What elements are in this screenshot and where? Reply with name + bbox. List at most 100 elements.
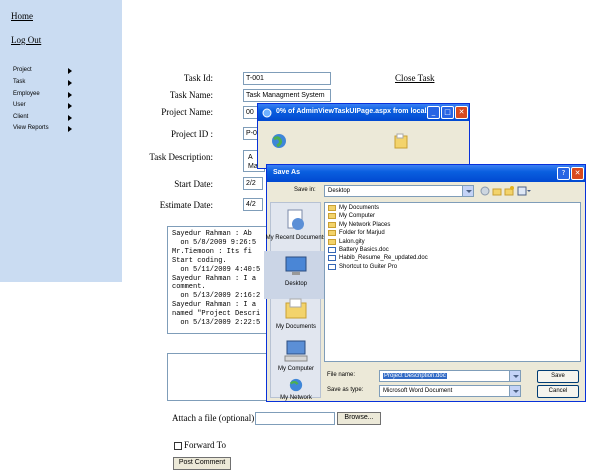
task-name-label: Task Name: <box>169 90 213 100</box>
comment-log[interactable]: Sayedur Rahman : Ab on 5/8/2009 9:26:5 M… <box>167 226 277 334</box>
minimize-icon[interactable]: _ <box>427 106 440 119</box>
submenu-arrow-icon <box>68 115 72 121</box>
file-item[interactable]: Lalon.gity <box>327 238 365 246</box>
submenu-arrow-icon <box>68 68 72 74</box>
file-item[interactable]: Battery Basics.doc <box>327 246 389 254</box>
file-item-label: Lalon.gity <box>339 238 365 245</box>
file-list[interactable]: My Documents My Computer My Network Plac… <box>324 202 581 362</box>
menu-employee[interactable]: Employee <box>13 90 72 99</box>
save-in-select[interactable]: Desktop <box>324 185 474 197</box>
up-folder-icon[interactable] <box>492 186 502 196</box>
places-label: My Network <box>280 395 312 401</box>
file-name-input[interactable]: Project Description.doc <box>379 370 521 382</box>
back-icon[interactable] <box>480 186 490 196</box>
project-id-label: Project ID : <box>171 129 213 139</box>
save-button[interactable]: Save <box>537 370 579 383</box>
task-id-label: Task Id: <box>183 73 213 83</box>
menu-label: View Reports <box>13 125 49 131</box>
places-my-network[interactable]: My Network <box>264 375 328 423</box>
globe-icon <box>272 134 286 148</box>
file-item-label: Shortcut to Guiter Pro <box>339 263 398 270</box>
file-item[interactable]: Shortcut to Guiter Pro <box>327 263 397 271</box>
task-id-field[interactable]: T-001 <box>243 72 331 85</box>
save-as-title: Save As <box>267 165 585 182</box>
chevron-down-icon <box>462 186 473 196</box>
menu-user[interactable]: User <box>13 101 72 110</box>
estimate-date-label: Estimate Date: <box>159 200 213 210</box>
menu-label: User <box>13 102 26 108</box>
view-menu-icon[interactable] <box>517 186 531 196</box>
places-recent[interactable]: My Recent Documents <box>264 205 328 253</box>
menu-client[interactable]: Client <box>13 113 72 122</box>
close-icon[interactable]: ✕ <box>455 106 468 119</box>
new-folder-icon[interactable] <box>504 186 514 196</box>
places-bar: My Recent Documents Desktop My Documents… <box>264 202 328 401</box>
maximize-icon[interactable]: □ <box>441 106 454 119</box>
comment-input[interactable] <box>167 353 272 401</box>
file-item[interactable]: Folder for Marjud <box>327 229 385 237</box>
file-item[interactable]: My Computer <box>327 212 375 220</box>
file-name-value: Project Description.doc <box>383 373 447 379</box>
menu-task[interactable]: Task <box>13 78 72 87</box>
ie-icon <box>262 108 272 118</box>
desktop-icon <box>285 256 307 275</box>
save-type-label: Save as type: <box>327 387 364 393</box>
save-in-label: Save in: <box>294 187 316 193</box>
folder-icon <box>328 205 336 211</box>
start-date-label: Start Date: <box>174 179 213 189</box>
menu-view-reports[interactable]: View Reports <box>13 124 72 133</box>
file-item-label: Folder for Marjud <box>339 230 385 237</box>
save-type-select[interactable]: Microsoft Word Document <box>379 385 521 397</box>
places-label: Desktop <box>284 281 307 287</box>
task-description-label: Task Description: <box>149 152 213 162</box>
download-dialog: 0% of AdminViewTaskUIPage.aspx from loca… <box>257 103 470 169</box>
menu-label: Employee <box>13 91 40 97</box>
logout-link[interactable]: Log Out <box>11 35 41 45</box>
estimate-date-field[interactable]: 4/2 <box>243 198 263 211</box>
places-desktop[interactable]: Desktop <box>264 251 328 299</box>
places-label: My Documents <box>275 324 316 330</box>
file-item-label: Battery Basics.doc <box>339 247 389 253</box>
forward-checkbox[interactable] <box>174 442 182 450</box>
folder-icon <box>328 213 336 220</box>
file-item-label: My Documents <box>339 205 380 211</box>
save-as-dialog: Save As ? ✕ Save in: Desktop My Recent D… <box>264 164 586 402</box>
task-name-field[interactable]: Task Managment System <box>243 89 331 102</box>
file-item[interactable]: My Network Places <box>327 221 390 229</box>
submenu-arrow-icon <box>68 92 72 98</box>
file-item-label: Habib_Resume_Re_updated.doc <box>339 255 428 262</box>
menu-label: Task <box>13 79 26 85</box>
home-link[interactable]: Home <box>11 11 33 21</box>
start-date-field[interactable]: 2/2 <box>243 177 263 190</box>
cancel-button[interactable]: Cancel <box>537 385 579 398</box>
chevron-down-icon <box>509 386 520 396</box>
file-item-label: My Computer <box>339 213 376 220</box>
shortcut-icon <box>328 263 336 270</box>
menu-label: Project <box>13 67 32 73</box>
sidebar: Home Log Out Project Task Employee User … <box>0 0 122 282</box>
folder-icon <box>394 133 408 149</box>
post-comment-button[interactable]: Post Comment <box>173 457 231 470</box>
submenu-arrow-icon <box>68 80 72 86</box>
forward-label: Forward To <box>184 440 226 450</box>
project-name-label: Project Name: <box>161 107 213 117</box>
file-item-label: My Network Places <box>339 221 391 228</box>
places-my-documents[interactable]: My Documents <box>264 294 328 342</box>
folder-icon <box>328 230 336 237</box>
help-icon[interactable]: ? <box>557 167 570 180</box>
close-icon[interactable]: ✕ <box>571 167 584 180</box>
menu-label: Client <box>13 114 29 120</box>
save-in-value: Desktop <box>328 188 351 194</box>
recent-documents-icon <box>287 209 304 230</box>
word-document-icon <box>328 255 336 262</box>
browse-button[interactable]: Browse... <box>337 412 381 425</box>
my-network-icon <box>289 378 303 392</box>
close-task-link[interactable]: Close Task <box>395 73 434 83</box>
folder-icon <box>328 221 336 228</box>
attach-label: Attach a file (optional) <box>172 413 255 423</box>
menu-project[interactable]: Project <box>13 66 72 75</box>
file-item[interactable]: Habib_Resume_Re_updated.doc <box>327 254 428 262</box>
word-document-icon <box>328 247 336 253</box>
my-documents-icon <box>285 298 307 319</box>
file-item[interactable]: My Documents <box>327 204 379 212</box>
